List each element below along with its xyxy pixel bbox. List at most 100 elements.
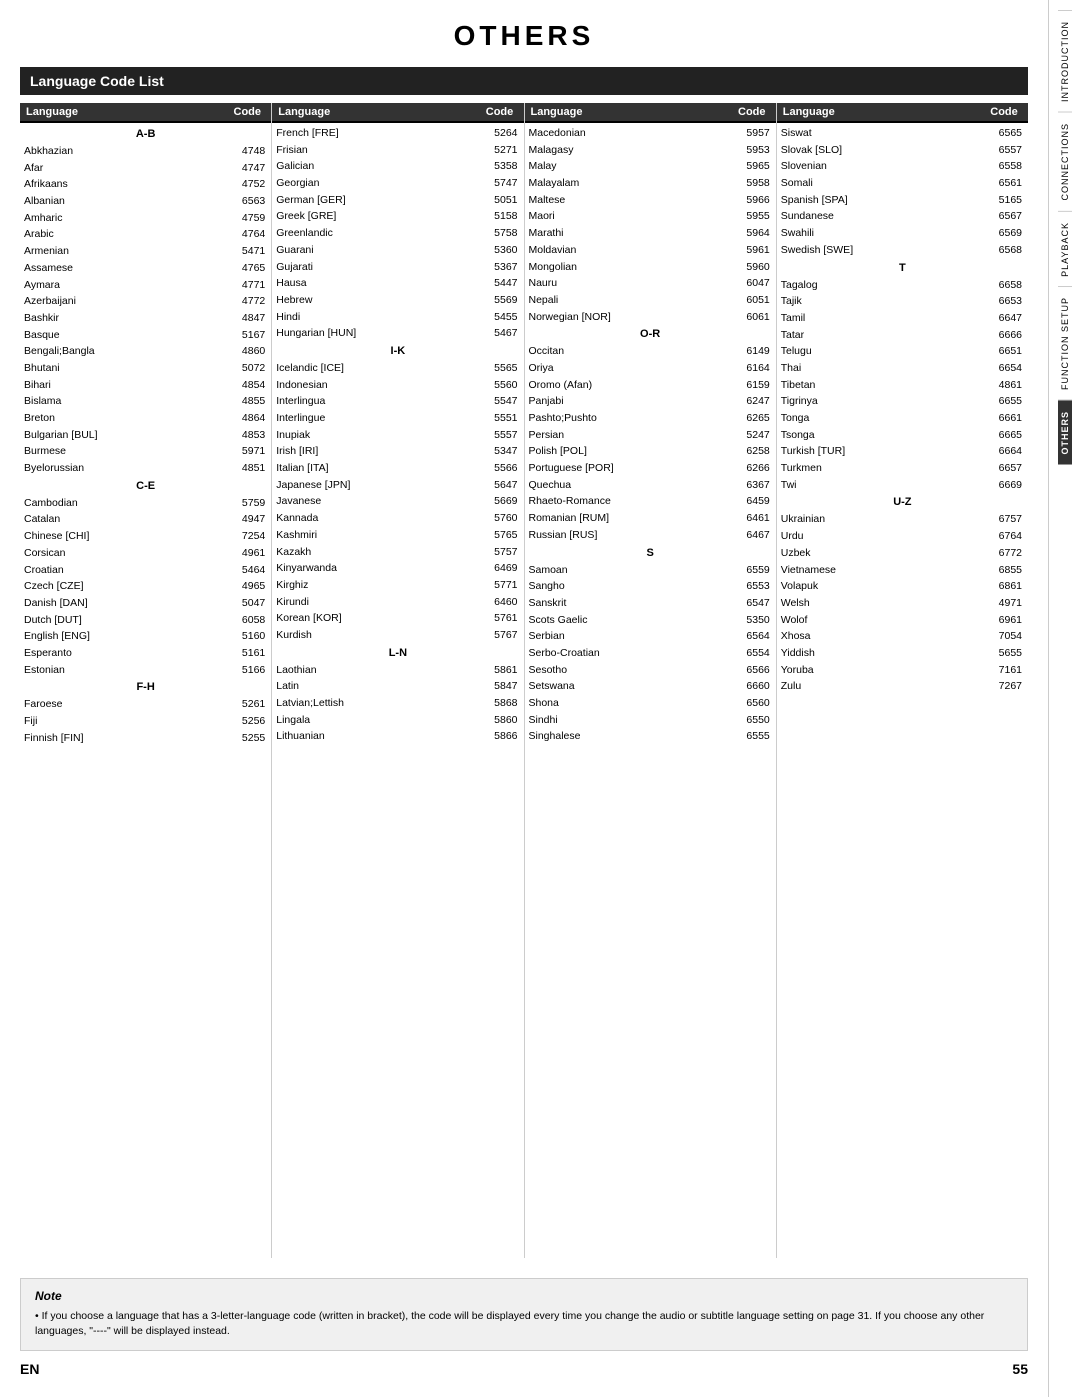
lang-code: 6961 <box>980 613 1028 628</box>
table-row: Slovak [SLO]6557 <box>777 142 1028 159</box>
lang-code: 6469 <box>476 561 524 576</box>
table-row: Serbo-Croatian6554 <box>525 645 776 662</box>
table-row: Malagasy5953 <box>525 142 776 159</box>
table-row: Catalan4947 <box>20 511 271 528</box>
table-row: Bislama4855 <box>20 393 271 410</box>
lang-name: French [FRE] <box>272 126 475 141</box>
sidebar-tab-connections[interactable]: CONNECTIONS <box>1058 112 1072 211</box>
section-label-F-H: F-H <box>20 678 271 696</box>
lang-name: Kinyarwanda <box>272 561 475 576</box>
lang-name: Slovak [SLO] <box>777 143 980 158</box>
table-row: Pashto;Pushto6265 <box>525 410 776 427</box>
table-row: Georgian5747 <box>272 175 523 192</box>
lang-name: Burmese <box>20 444 223 459</box>
lang-code: 5165 <box>980 193 1028 208</box>
col-header-2: Language Code <box>272 103 523 123</box>
sidebar-tab-others[interactable]: OTHERS <box>1058 400 1072 465</box>
lang-code: 5955 <box>728 209 776 224</box>
sidebar-tab-function-setup[interactable]: FUNCTION SETUP <box>1058 286 1072 400</box>
lang-name: Ukrainian <box>777 512 980 527</box>
lang-code: 6560 <box>728 696 776 711</box>
lang-name: Icelandic [ICE] <box>272 361 475 376</box>
table-row: English [ENG]5160 <box>20 628 271 645</box>
table-row: Kannada5760 <box>272 510 523 527</box>
lang-code: 6653 <box>980 294 1028 309</box>
lang-name: Welsh <box>777 596 980 611</box>
lang-code: 5560 <box>476 378 524 393</box>
table-row: Urdu6764 <box>777 528 1028 545</box>
lang-code: 5051 <box>476 193 524 208</box>
section-label-A-B: A-B <box>20 125 271 143</box>
lang-code: 6565 <box>980 126 1028 141</box>
table-row: Sindhi6550 <box>525 712 776 729</box>
lang-name: Bislama <box>20 394 223 409</box>
table-row: Frisian5271 <box>272 142 523 159</box>
lang-code: 5565 <box>476 361 524 376</box>
lang-name: Byelorussian <box>20 461 223 476</box>
lang-code: 6367 <box>728 478 776 493</box>
lang-name: Portuguese [POR] <box>525 461 728 476</box>
right-sidebar: INTRODUCTIONCONNECTIONSPLAYBACKFUNCTION … <box>1048 0 1080 1397</box>
table-row: Lithuanian5866 <box>272 728 523 745</box>
lang-name: Yiddish <box>777 646 980 661</box>
col3-lang-header: Language <box>525 103 728 121</box>
table-row: Sundanese6567 <box>777 208 1028 225</box>
table-row: Bulgarian [BUL]4853 <box>20 427 271 444</box>
table-row: Czech [CZE]4965 <box>20 578 271 595</box>
lang-code: 4961 <box>223 546 271 561</box>
table-row: Oriya6164 <box>525 360 776 377</box>
lang-code: 6258 <box>728 444 776 459</box>
lang-name: Czech [CZE] <box>20 579 223 594</box>
lang-code: 4759 <box>223 211 271 226</box>
section-label-T: T <box>777 259 1028 277</box>
table-row: Gujarati5367 <box>272 259 523 276</box>
lang-code: 5047 <box>223 596 271 611</box>
table-row: Lingala5860 <box>272 712 523 729</box>
lang-code: 5964 <box>728 226 776 241</box>
lang-code: 5647 <box>476 478 524 493</box>
lang-name: Corsican <box>20 546 223 561</box>
lang-code: 5965 <box>728 159 776 174</box>
page-number: 55 <box>1012 1361 1028 1377</box>
sidebar-tab-introduction[interactable]: INTRODUCTION <box>1058 10 1072 112</box>
table-row: Aymara4771 <box>20 277 271 294</box>
table-row: Kinyarwanda6469 <box>272 560 523 577</box>
lang-name: Kashmiri <box>272 528 475 543</box>
lang-code: 5866 <box>476 729 524 744</box>
lang-name: Gujarati <box>272 260 475 275</box>
section-header: Language Code List <box>20 67 1028 95</box>
table-row: Hindi5455 <box>272 309 523 326</box>
lang-name: Tamil <box>777 311 980 326</box>
table-row: Tigrinya6655 <box>777 393 1028 410</box>
table-row: Bengali;Bangla4860 <box>20 343 271 360</box>
table-row: Hausa5447 <box>272 275 523 292</box>
lang-code: 6647 <box>980 311 1028 326</box>
lang-name: Dutch [DUT] <box>20 613 223 628</box>
lang-name: Sangho <box>525 579 728 594</box>
table-row: Malayalam5958 <box>525 175 776 192</box>
lang-name: Inupiak <box>272 428 475 443</box>
lang-code: 5350 <box>728 613 776 628</box>
lang-name: Hungarian [HUN] <box>272 326 475 341</box>
table-row: Singhalese6555 <box>525 728 776 745</box>
lang-code: 5861 <box>476 663 524 678</box>
lang-code: 6666 <box>980 328 1028 343</box>
lang-code: 5161 <box>223 646 271 661</box>
lang-code: 6658 <box>980 278 1028 293</box>
lang-name: Malagasy <box>525 143 728 158</box>
table-row: Latin5847 <box>272 678 523 695</box>
lang-name: Maori <box>525 209 728 224</box>
lang-code: 5166 <box>223 663 271 678</box>
sidebar-tab-playback[interactable]: PLAYBACK <box>1058 211 1072 287</box>
table-row: Arabic4764 <box>20 226 271 243</box>
lang-code: 6564 <box>728 629 776 644</box>
lang-code: 5847 <box>476 679 524 694</box>
table-row: French [FRE]5264 <box>272 125 523 142</box>
lang-name: Esperanto <box>20 646 223 661</box>
table-row: Vietnamese6855 <box>777 562 1028 579</box>
table-row: Kazakh5757 <box>272 544 523 561</box>
lang-name: Slovenian <box>777 159 980 174</box>
lang-name: Sesotho <box>525 663 728 678</box>
page-bottom: EN 55 <box>20 1351 1028 1377</box>
lang-code: 6247 <box>728 394 776 409</box>
